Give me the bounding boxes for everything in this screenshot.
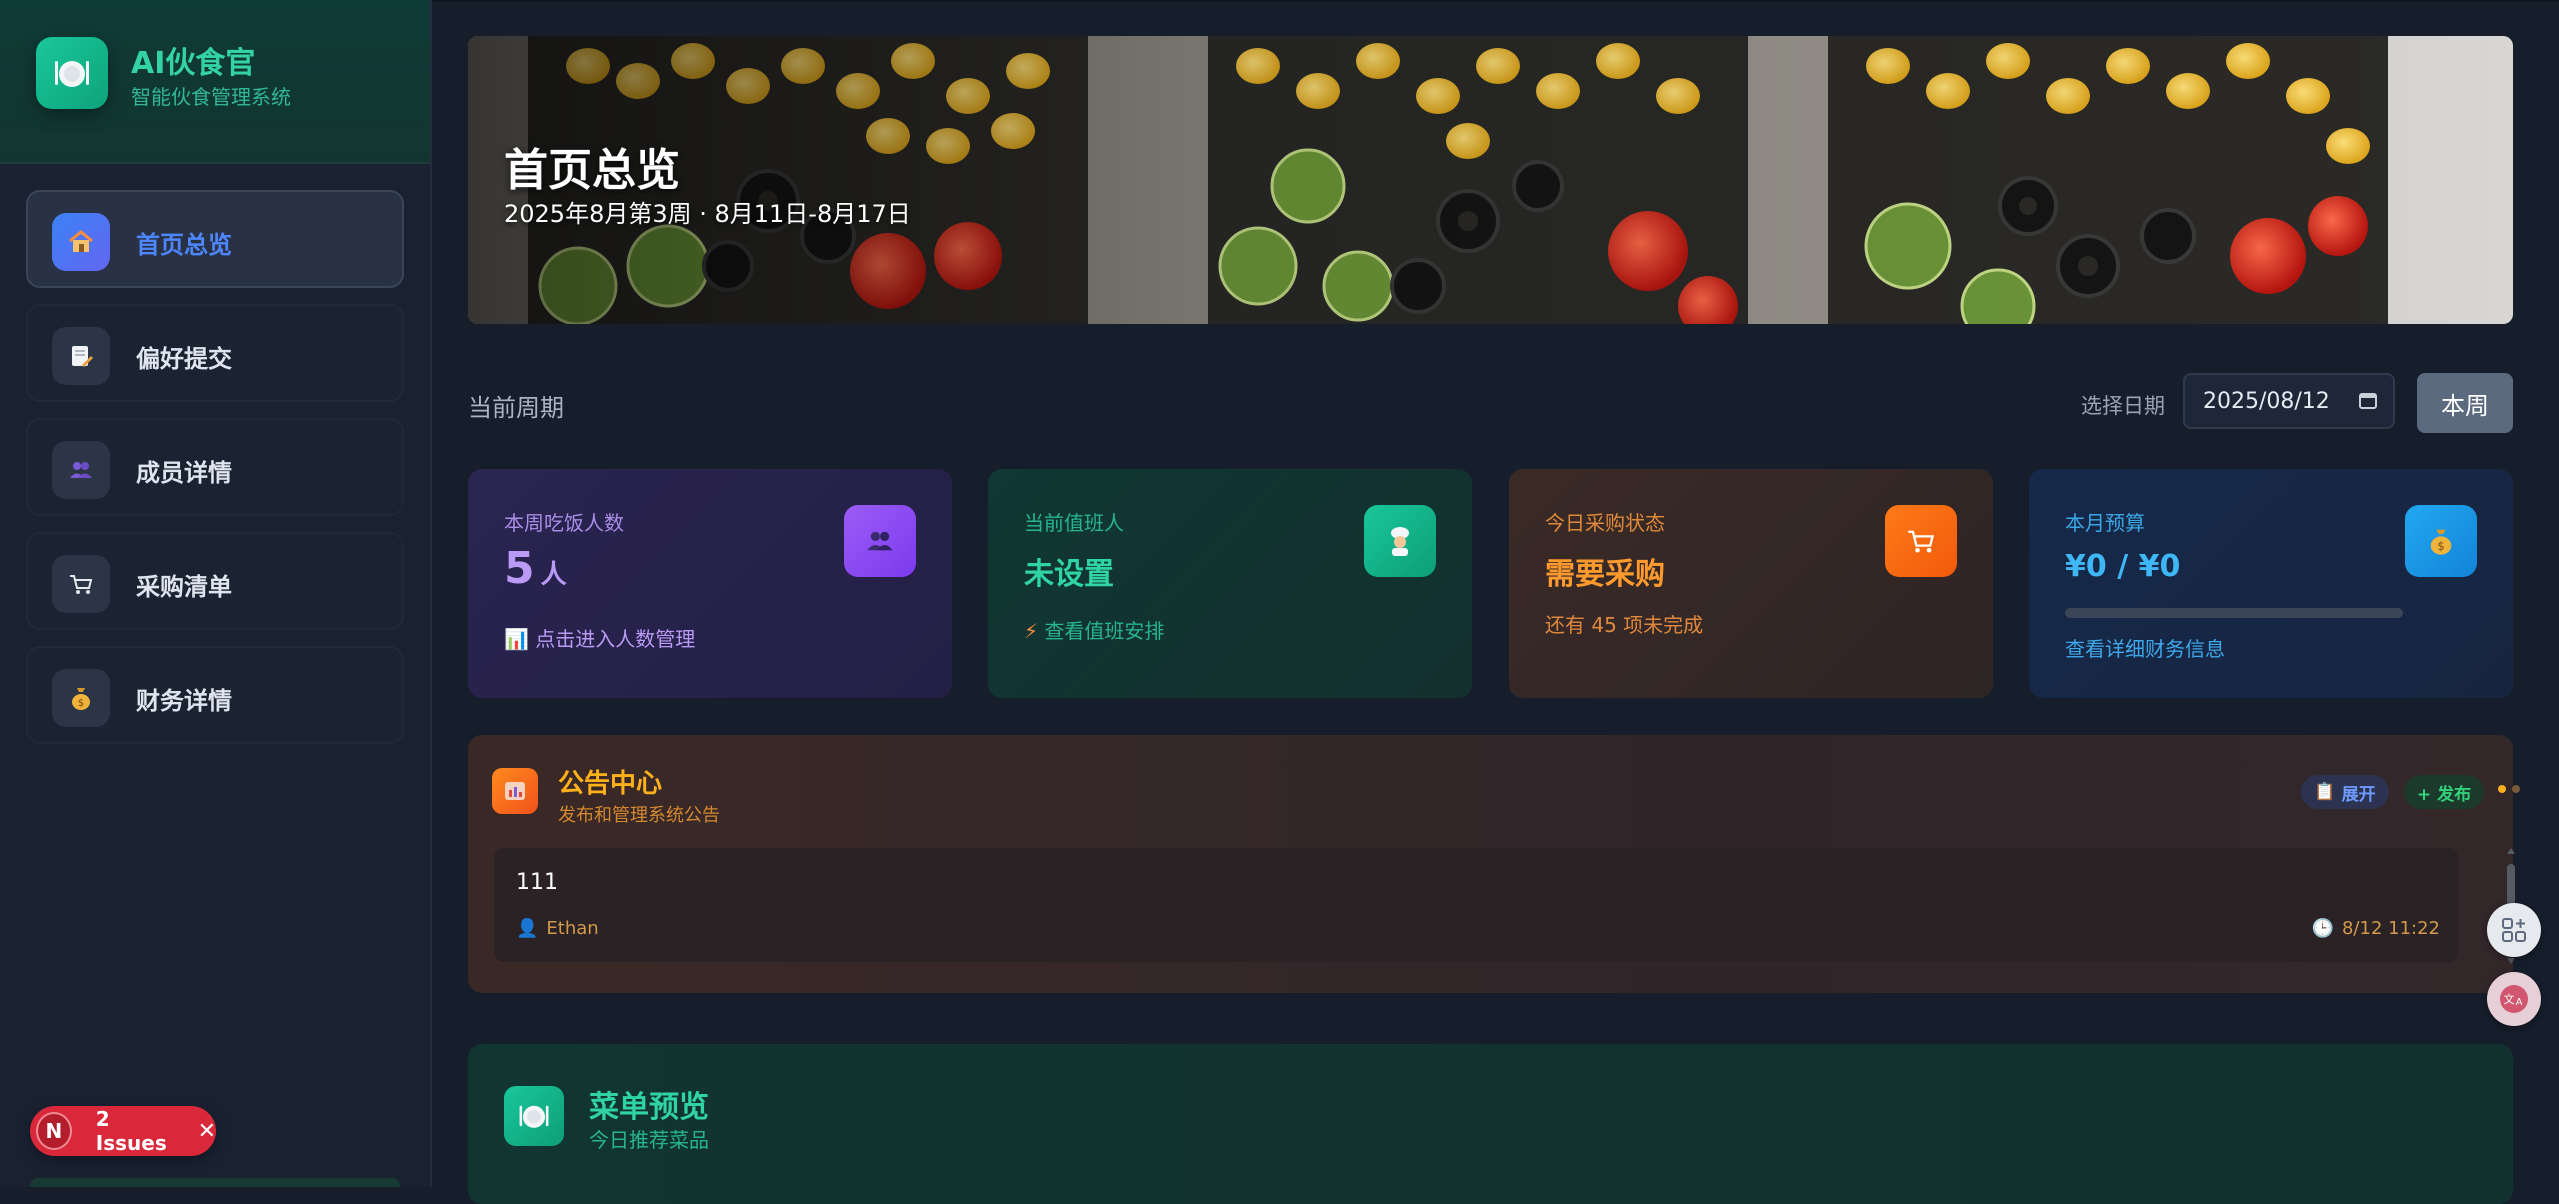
scroll-down-arrow-icon[interactable]	[2507, 958, 2515, 964]
main-content: 首页总览 2025年8月第3周 · 8月11日-8月17日 当前周期 选择日期 …	[432, 0, 2559, 1204]
people-icon	[52, 441, 110, 499]
cart-icon	[1885, 505, 1957, 577]
sidebar-item-home[interactable]: 首页总览	[26, 190, 404, 288]
link-text: 点击进入人数管理	[535, 627, 696, 651]
sidebar-item-finance[interactable]: $ 财务详情	[26, 646, 404, 744]
memo-icon	[52, 327, 110, 385]
app-name: AI伙食官	[131, 46, 256, 81]
brand-header: AI伙食官 智能伙食管理系统	[0, 0, 430, 164]
plate-logo-icon	[36, 37, 108, 109]
sidebar-item-label: 首页总览	[136, 231, 232, 259]
next-logo-icon: N	[36, 1112, 72, 1150]
plate-icon	[504, 1086, 564, 1146]
notice-author: 👤 Ethan	[516, 918, 599, 939]
sidebar-item-members[interactable]: 成员详情	[26, 418, 404, 516]
status-dots	[2498, 785, 2520, 793]
duty-schedule-link[interactable]: ⚡ 查看值班安排	[1024, 615, 1164, 644]
sidebar: AI伙食官 智能伙食管理系统 首页总览 偏好提交 成员详情 采购清单 $ 财务详…	[0, 0, 432, 1187]
notice-text: 111	[516, 870, 558, 895]
diners-manage-link[interactable]: 📊 点击进入人数管理	[504, 623, 695, 652]
expand-button[interactable]: 📋 展开	[2301, 775, 2389, 809]
notice-center: 公告中心 发布和管理系统公告 📋 展开 + 发布 111 👤 Ethan 🕒 8…	[468, 735, 2520, 993]
lightning-icon: ⚡	[1024, 619, 1039, 643]
date-value: 2025/08/12	[2203, 388, 2330, 414]
card-value: ¥0 / ¥0	[2065, 549, 2181, 584]
svg-text:文: 文	[2504, 992, 2515, 1006]
sidebar-item-preferences[interactable]: 偏好提交	[26, 304, 404, 402]
house-icon	[52, 213, 110, 271]
sidebar-item-label: 采购清单	[136, 573, 232, 601]
svg-text:$: $	[78, 698, 84, 709]
card-value: 未设置	[1024, 557, 1114, 592]
time-value: 8/12 11:22	[2341, 918, 2440, 939]
sidebar-nav: 首页总览 偏好提交 成员详情 采购清单 $ 财务详情	[26, 190, 404, 760]
app-subtitle: 智能伙食管理系统	[131, 85, 291, 109]
money-bag-icon: $	[52, 669, 110, 727]
people-icon	[844, 505, 916, 577]
author-name: Ethan	[546, 918, 599, 939]
clock-icon: 🕒	[2311, 918, 2334, 939]
dot	[2512, 785, 2520, 793]
notice-item[interactable]: 111 👤 Ethan 🕒 8/12 11:22	[494, 848, 2458, 962]
date-picker-label: 选择日期	[2081, 394, 2165, 418]
calendar-icon[interactable]	[2359, 391, 2377, 409]
duty-card[interactable]: 当前值班人 未设置 ⚡ 查看值班安排	[988, 469, 1472, 698]
page-title: 首页总览	[504, 145, 680, 196]
menu-subtitle: 今日推荐菜品	[589, 1128, 709, 1152]
sidebar-item-label: 成员详情	[136, 459, 232, 487]
menu-title: 菜单预览	[589, 1090, 709, 1125]
bar-chart-icon: 📊	[504, 627, 529, 651]
sidebar-footer-edge	[30, 1178, 400, 1187]
svg-text:$: $	[2437, 539, 2444, 553]
money-bag-icon: $	[2405, 505, 2477, 577]
date-picker-input[interactable]: 2025/08/12	[2183, 373, 2395, 429]
dev-issues-badge[interactable]: N 2 Issues ✕	[30, 1106, 216, 1156]
hero-banner: 首页总览 2025年8月第3周 · 8月11日-8月17日	[468, 36, 2513, 324]
sidebar-item-label: 财务详情	[136, 687, 232, 715]
translate-icon[interactable]: 文 A	[2487, 972, 2541, 1026]
diners-unit: 人	[540, 560, 567, 590]
budget-card[interactable]: 本月预算 ¥0 / ¥0 查看详细财务信息 $	[2029, 469, 2513, 698]
publish-button[interactable]: + 发布	[2404, 775, 2484, 809]
card-label: 本月预算	[2065, 511, 2145, 535]
sidebar-item-label: 偏好提交	[136, 345, 232, 373]
user-icon: 👤	[516, 918, 539, 939]
card-label: 本周吃饭人数	[504, 511, 624, 535]
purchase-status-card[interactable]: 今日采购状态 需要采购 还有 45 项未完成	[1509, 469, 1993, 698]
scroll-up-arrow-icon[interactable]	[2507, 848, 2515, 854]
week-range: 2025年8月第3周 · 8月11日-8月17日	[504, 200, 911, 228]
apps-icon[interactable]	[2487, 903, 2541, 957]
clipboard-icon: 📋	[2314, 782, 2336, 802]
close-icon[interactable]: ✕	[198, 1119, 216, 1144]
notice-title: 公告中心	[558, 769, 663, 799]
chart-icon	[492, 768, 538, 814]
food-banner-image	[468, 36, 2513, 324]
period-label: 当前周期	[468, 394, 564, 422]
cart-icon	[52, 555, 110, 613]
diners-count: 5	[504, 543, 535, 594]
notice-subtitle: 发布和管理系统公告	[558, 805, 720, 826]
card-value: 5人	[504, 543, 567, 594]
button-label: 展开	[2341, 784, 2376, 805]
svg-text:A: A	[2516, 997, 2523, 1008]
card-label: 当前值班人	[1024, 511, 1124, 535]
diners-card[interactable]: 本周吃饭人数 5人 📊 点击进入人数管理	[468, 469, 952, 698]
sidebar-item-shopping[interactable]: 采购清单	[26, 532, 404, 630]
chef-icon	[1364, 505, 1436, 577]
notice-time: 🕒 8/12 11:22	[2312, 918, 2440, 939]
card-value: 需要采购	[1545, 557, 1665, 592]
link-text: 查看值班安排	[1044, 619, 1165, 643]
card-label: 今日采购状态	[1545, 511, 1665, 535]
finance-detail-link[interactable]: 查看详细财务信息	[2065, 633, 2225, 662]
issues-count: 2 Issues	[95, 1107, 167, 1155]
budget-progress-bar	[2065, 608, 2403, 618]
scroll-thumb[interactable]	[2507, 864, 2515, 908]
dot	[2498, 785, 2506, 793]
purchase-remaining: 还有 45 项未完成	[1545, 613, 1704, 637]
this-week-button[interactable]: 本周	[2417, 373, 2513, 433]
menu-preview: 菜单预览 今日推荐菜品	[468, 1044, 2513, 1204]
